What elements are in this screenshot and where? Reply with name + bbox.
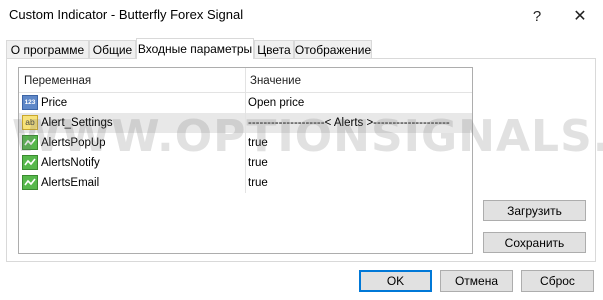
help-button[interactable]: ?: [517, 0, 557, 32]
column-header-value[interactable]: Значение: [250, 68, 301, 92]
variable-name: AlertsPopUp: [41, 137, 106, 149]
cell-divider: [245, 93, 246, 113]
tab-display[interactable]: Отображение: [294, 40, 372, 58]
boolean-icon-glyph: [24, 158, 36, 166]
close-button[interactable]: ✕: [560, 0, 600, 32]
title-bar: Custom Indicator - Butterfly Forex Signa…: [0, 0, 603, 32]
tab-about[interactable]: О программе: [6, 40, 89, 58]
cell-divider: [245, 153, 246, 173]
parameters-grid: Переменная Значение 123 Price Open price…: [18, 67, 473, 254]
ok-button[interactable]: OK: [359, 270, 432, 292]
table-row[interactable]: 123 Price Open price: [19, 93, 472, 113]
variable-name: AlertsNotify: [41, 157, 100, 169]
table-row-selected[interactable]: ab Alert_Settings --------------------< …: [19, 113, 472, 133]
variable-name: Price: [41, 97, 68, 109]
table-row[interactable]: AlertsNotify true: [19, 153, 472, 173]
boolean-icon: [22, 155, 38, 170]
window-title: Custom Indicator - Butterfly Forex Signa…: [9, 7, 244, 22]
variable-value[interactable]: true: [248, 133, 268, 153]
table-row[interactable]: AlertsPopUp true: [19, 133, 472, 153]
variable-value[interactable]: --------------------< Alerts >----------…: [248, 113, 450, 133]
tab-common[interactable]: Общие: [89, 40, 136, 58]
tab-strip: О программе Общие Входные параметры Цвет…: [6, 38, 596, 59]
boolean-icon-glyph: [24, 178, 36, 186]
variable-value[interactable]: true: [248, 153, 268, 173]
variable-name: Alert_Settings: [41, 117, 113, 129]
grid-header: Переменная Значение: [19, 68, 472, 93]
string-icon: ab: [22, 115, 38, 130]
numeric-icon: 123: [22, 95, 38, 110]
cell-divider: [245, 113, 246, 133]
boolean-icon: [22, 135, 38, 150]
variable-value[interactable]: Open price: [248, 93, 304, 113]
cell-divider: [245, 173, 246, 193]
tab-input-parameters[interactable]: Входные параметры: [136, 38, 254, 59]
variable-name: AlertsEmail: [41, 177, 100, 189]
save-button[interactable]: Сохранить: [483, 232, 586, 253]
cancel-button[interactable]: Отмена: [440, 270, 513, 292]
cell-divider: [245, 133, 246, 153]
tab-colors[interactable]: Цвета: [254, 40, 294, 58]
load-button[interactable]: Загрузить: [483, 200, 586, 221]
table-row[interactable]: AlertsEmail true: [19, 173, 472, 193]
boolean-icon-glyph: [24, 138, 36, 146]
column-divider[interactable]: [245, 68, 246, 92]
variable-value[interactable]: true: [248, 173, 268, 193]
boolean-icon: [22, 175, 38, 190]
reset-button[interactable]: Сброс: [521, 270, 594, 292]
column-header-variable[interactable]: Переменная: [24, 68, 91, 92]
